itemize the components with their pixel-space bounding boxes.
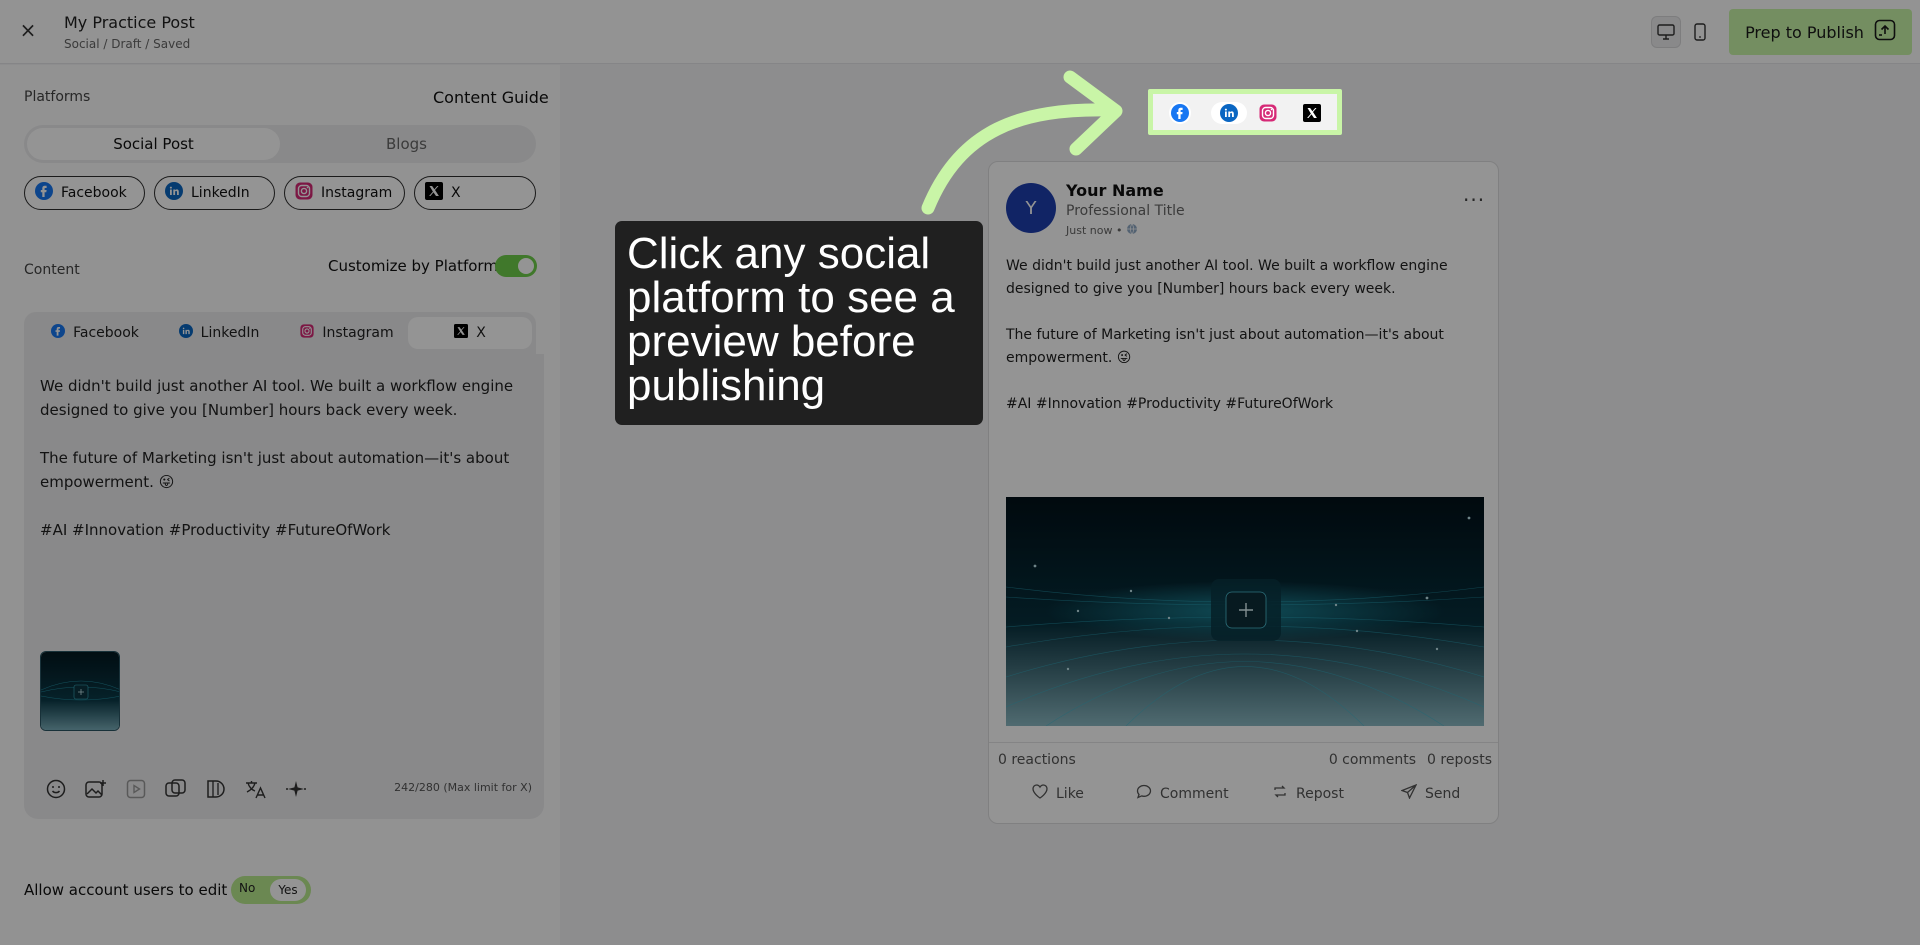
x-icon[interactable]	[1301, 102, 1323, 124]
facebook-icon[interactable]	[1169, 102, 1191, 124]
platform-selector-highlight[interactable]	[1148, 89, 1342, 135]
tutorial-tooltip: Click any social platform to see a previ…	[615, 221, 983, 425]
pointer-arrow-icon	[921, 70, 1123, 215]
instagram-icon[interactable]	[1257, 102, 1279, 124]
linkedin-icon[interactable]	[1211, 102, 1247, 124]
